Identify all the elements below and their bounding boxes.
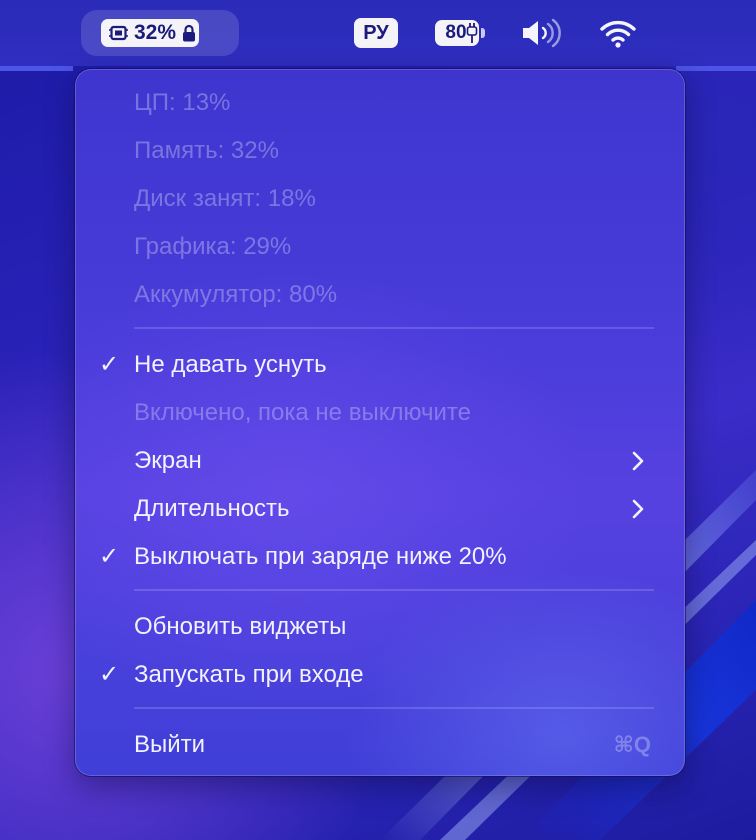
speaker-volume-icon[interactable] <box>521 18 563 48</box>
stat-graphics-label: Графика: 29% <box>134 233 292 260</box>
charging-plug-icon <box>466 23 478 43</box>
stat-memory: Память: 32% <box>75 130 685 172</box>
quit-shortcut: ⌘Q <box>613 732 651 757</box>
menubar-accent-line-right <box>676 66 756 71</box>
menu-separator <box>134 589 654 591</box>
status-menu: ЦП: 13% Память: 32% Диск занят: 18% Граф… <box>75 69 685 776</box>
battery-tip <box>481 28 485 38</box>
battery-status[interactable]: 80 <box>435 20 487 46</box>
menu-separator <box>134 707 654 709</box>
keep-awake-status: Включено, пока не выключите <box>75 392 685 434</box>
chevron-right-icon <box>632 499 644 519</box>
system-monitor-badge: 32% <box>101 19 199 47</box>
duration-label: Длительность <box>134 495 290 522</box>
keep-awake-status-label: Включено, пока не выключите <box>134 399 471 426</box>
lock-icon <box>183 24 196 42</box>
stat-disk-label: Диск занят: 18% <box>134 185 316 212</box>
wifi-icon[interactable] <box>600 20 636 48</box>
cpu-percent-label: 32% <box>134 21 177 44</box>
menu-item-launch-at-login[interactable]: ✓ Запускать при входе <box>75 654 685 696</box>
chip-icon <box>109 25 128 41</box>
menu-item-quit[interactable]: Выйти ⌘Q <box>75 724 685 766</box>
system-monitor-status-item[interactable]: 32% <box>81 10 239 56</box>
input-language-indicator[interactable]: РУ <box>354 18 398 48</box>
menu-bar: 32% РУ 80 <box>0 0 756 66</box>
menu-item-screen[interactable]: Экран <box>75 440 685 482</box>
keep-awake-label: Не давать уснуть <box>134 351 327 378</box>
checkmark-icon: ✓ <box>99 543 120 570</box>
menu-item-stop-low-battery[interactable]: ✓ Выключать при заряде ниже 20% <box>75 536 685 578</box>
stat-battery: Аккумулятор: 80% <box>75 274 685 316</box>
refresh-widgets-label: Обновить виджеты <box>134 613 347 640</box>
stat-memory-label: Память: 32% <box>134 137 279 164</box>
checkmark-icon: ✓ <box>99 351 120 378</box>
stat-cpu-label: ЦП: 13% <box>134 89 231 116</box>
checkmark-icon: ✓ <box>99 661 120 688</box>
chevron-right-icon <box>632 451 644 471</box>
menu-item-duration[interactable]: Длительность <box>75 488 685 530</box>
menubar-accent-line-left <box>0 66 73 71</box>
stat-cpu: ЦП: 13% <box>75 82 685 124</box>
menu-separator <box>134 327 654 329</box>
stat-disk: Диск занят: 18% <box>75 178 685 220</box>
quit-label: Выйти <box>134 731 206 758</box>
stop-low-battery-label: Выключать при заряде ниже 20% <box>134 543 507 570</box>
menu-item-keep-awake[interactable]: ✓ Не давать уснуть <box>75 344 685 386</box>
stat-graphics: Графика: 29% <box>75 226 685 268</box>
launch-at-login-label: Запускать при входе <box>134 661 364 688</box>
stat-battery-label: Аккумулятор: 80% <box>134 281 338 308</box>
screen-label: Экран <box>134 447 202 474</box>
menu-item-refresh-widgets[interactable]: Обновить виджеты <box>75 606 685 648</box>
